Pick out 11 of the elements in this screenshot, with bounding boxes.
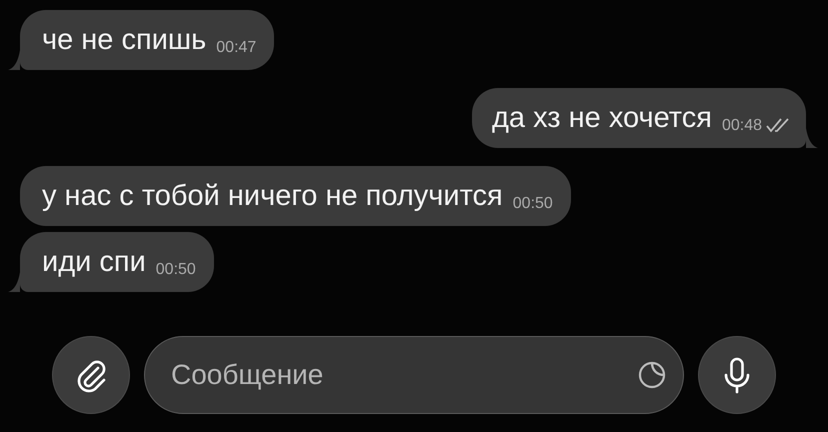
message-field[interactable]: Сообщение [144,336,684,414]
message-time: 00:50 [512,195,553,213]
message-input[interactable]: Сообщение [169,358,637,392]
message-text: да хз не хочется [492,102,712,134]
message-time: 00:47 [216,39,256,57]
message-text: у нас с тобой ничего не получится [42,180,503,212]
message-text: иди спи [42,246,146,278]
sticker-icon[interactable] [637,360,667,390]
message-time: 00:48 [722,117,762,135]
message-text: че не спишь [42,24,206,56]
message-time: 00:50 [156,261,196,279]
